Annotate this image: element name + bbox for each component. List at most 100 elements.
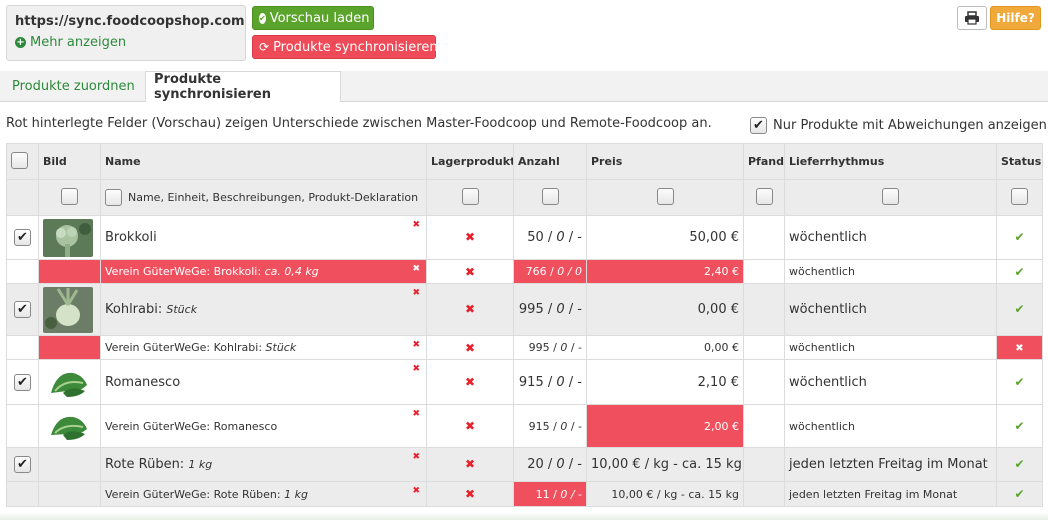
sync-products-button[interactable]: ⟳ Produkte synchronisieren (252, 35, 438, 59)
amount-value: 11 / (535, 487, 561, 501)
stock-cell: ✖ (426, 215, 514, 260)
filter-stock-checkbox[interactable] (461, 187, 479, 205)
table-row: ✔ Rote Rüben: 1 kg ✖ ✖ 20 / 0 / - 10,00 €… (6, 447, 1043, 482)
deviation-filter-checkbox[interactable]: ✔ (750, 117, 767, 134)
x-icon: ✖ (464, 457, 476, 471)
col-deposit: Pfand (743, 143, 785, 180)
more-link[interactable]: + Mehr anzeigen (15, 35, 237, 50)
price-cell: 0,00 € (586, 335, 744, 360)
row-checkbox[interactable]: ✔ (14, 301, 31, 318)
filter-deposit-checkbox[interactable] (755, 187, 773, 205)
image-cell (38, 359, 101, 405)
print-button[interactable] (957, 6, 987, 30)
col-stock: Lagerprodukt (426, 143, 514, 180)
x-icon: ✖ (464, 374, 476, 389)
row-checkbox[interactable]: ✔ (14, 456, 31, 473)
product-image (43, 409, 93, 443)
deviation-filter[interactable]: ✔ Nur Produkte mit Abweichungen anzeigen (750, 117, 1047, 134)
x-icon: ✖ (464, 419, 476, 433)
stock-cell: ✖ (426, 335, 514, 360)
table-row: ✔ Kohlrabi: Stück ✖ ✖ 995 / 0 / - 0,00 € … (6, 283, 1043, 336)
name-x-icon: ✖ (412, 452, 420, 462)
tab-assign-products[interactable]: Produkte zuordnen (4, 71, 143, 102)
name-x-icon: ✖ (412, 264, 420, 274)
image-cell (38, 404, 101, 448)
image-cell (38, 481, 101, 507)
select-all-checkbox[interactable] (11, 151, 28, 169)
x-icon: ✖ (464, 340, 476, 355)
image-cell (38, 283, 101, 336)
filter-name-label: Name, Einheit, Beschreibungen, Produkt-D… (128, 191, 419, 204)
preview-button[interactable]: ✔ Vorschau laden (252, 6, 374, 30)
table-row-remote: Verein GüterWeGe: Romanesco ✖ ✖ 915 / 0 /… (6, 404, 1043, 448)
filter-status-checkbox[interactable] (1011, 187, 1028, 205)
amount-min: 0 (556, 374, 565, 390)
price-cell: 10,00 € / kg - ca. 15 kg (586, 481, 744, 507)
product-name: Verein GüterWeGe: Kohlrabi: (105, 341, 266, 354)
x-icon: ✖ (464, 302, 476, 316)
stock-cell: ✖ (426, 404, 514, 448)
tab-sync-products[interactable]: Produkte synchronisieren (145, 71, 341, 103)
x-icon: ✖ (464, 264, 476, 279)
stock-cell: ✖ (426, 283, 514, 336)
amount-value: 915 / (528, 419, 561, 433)
row-select-cell: ✔ (6, 359, 39, 405)
refresh-icon: ⟳ (259, 40, 270, 54)
table-row-remote: Verein GüterWeGe: Kohlrabi: Stück ✖ ✖ 995… (6, 335, 1043, 360)
row-select-cell: ✔ (6, 283, 39, 336)
amount-max: / - (567, 419, 582, 433)
filter-amount-cell (513, 179, 587, 216)
check-circle-icon: ✔ (259, 12, 266, 24)
filter-name-checkbox[interactable] (105, 189, 122, 206)
product-unit: 1 kg (188, 458, 213, 471)
status-cell: ✔ (996, 259, 1043, 284)
check-icon: ✔ (1014, 264, 1025, 279)
status-cell: ✖ (996, 335, 1043, 360)
price-cell: 2,40 € (586, 259, 744, 284)
check-icon: ✔ (1014, 230, 1025, 244)
x-icon: ✖ (464, 487, 476, 501)
filter-price-cell (586, 179, 744, 216)
amount-value: 915 / (518, 374, 557, 390)
name-x-icon: ✖ (412, 288, 420, 298)
help-button[interactable]: Hilfe? (990, 6, 1041, 30)
top-bar: https://sync.foodcoopshop.com + Mehr anz… (0, 0, 1048, 72)
filter-price-checkbox[interactable] (656, 187, 674, 205)
plus-circle-icon: + (15, 37, 26, 48)
name-x-icon: ✖ (412, 220, 420, 230)
deposit-cell (743, 359, 785, 405)
filter-delivery-checkbox[interactable] (882, 187, 899, 205)
product-name: Brokkoli (105, 230, 157, 245)
name-x-icon: ✖ (412, 340, 420, 350)
filter-status-cell (996, 179, 1043, 216)
delivery-cell: wöchentlich (784, 215, 997, 260)
product-name: Kohlrabi: (105, 302, 167, 317)
amount-value: 20 / (527, 457, 557, 472)
amount-cell: 11 / 0 / - (513, 481, 587, 507)
sync-button-label: Produkte synchronisieren (273, 39, 438, 55)
table-row-remote: Verein GüterWeGe: Brokkoli: ca. 0,4 kg ✖ … (6, 259, 1043, 284)
row-checkbox[interactable]: ✔ (14, 229, 31, 246)
status-cell: ✔ (996, 215, 1043, 260)
deposit-cell (743, 481, 785, 507)
delivery-cell: wöchentlich (784, 259, 997, 284)
filter-image-checkbox[interactable] (61, 187, 78, 205)
deviation-filter-label: Nur Produkte mit Abweichungen anzeigen (773, 118, 1047, 133)
amount-max: / - (564, 457, 582, 472)
delivery-cell: jeden letzten Freitag im Monat (784, 481, 997, 507)
product-image (43, 218, 93, 257)
select-all-cell (6, 143, 39, 180)
amount-max: / - (564, 230, 582, 245)
stock-cell: ✖ (426, 359, 514, 405)
main-content: Rot hinterlegte Felder (Vorschau) zeigen… (0, 102, 1048, 520)
name-cell: Rote Rüben: 1 kg ✖ (100, 447, 427, 482)
filter-amount-checkbox[interactable] (541, 187, 559, 205)
table-row: ✔ Brokkoli ✖ ✖ 50 / 0 / - 50,00 € wöchent… (6, 215, 1043, 260)
info-text: Rot hinterlegte Felder (Vorschau) zeigen… (6, 116, 712, 131)
amount-max: / - (567, 487, 582, 501)
stock-cell: ✖ (426, 447, 514, 482)
amount-cell: 20 / 0 / - (513, 447, 587, 482)
price-cell: 50,00 € (586, 215, 744, 260)
sync-domain-url: https://sync.foodcoopshop.com (15, 14, 245, 29)
row-checkbox[interactable]: ✔ (14, 373, 31, 391)
